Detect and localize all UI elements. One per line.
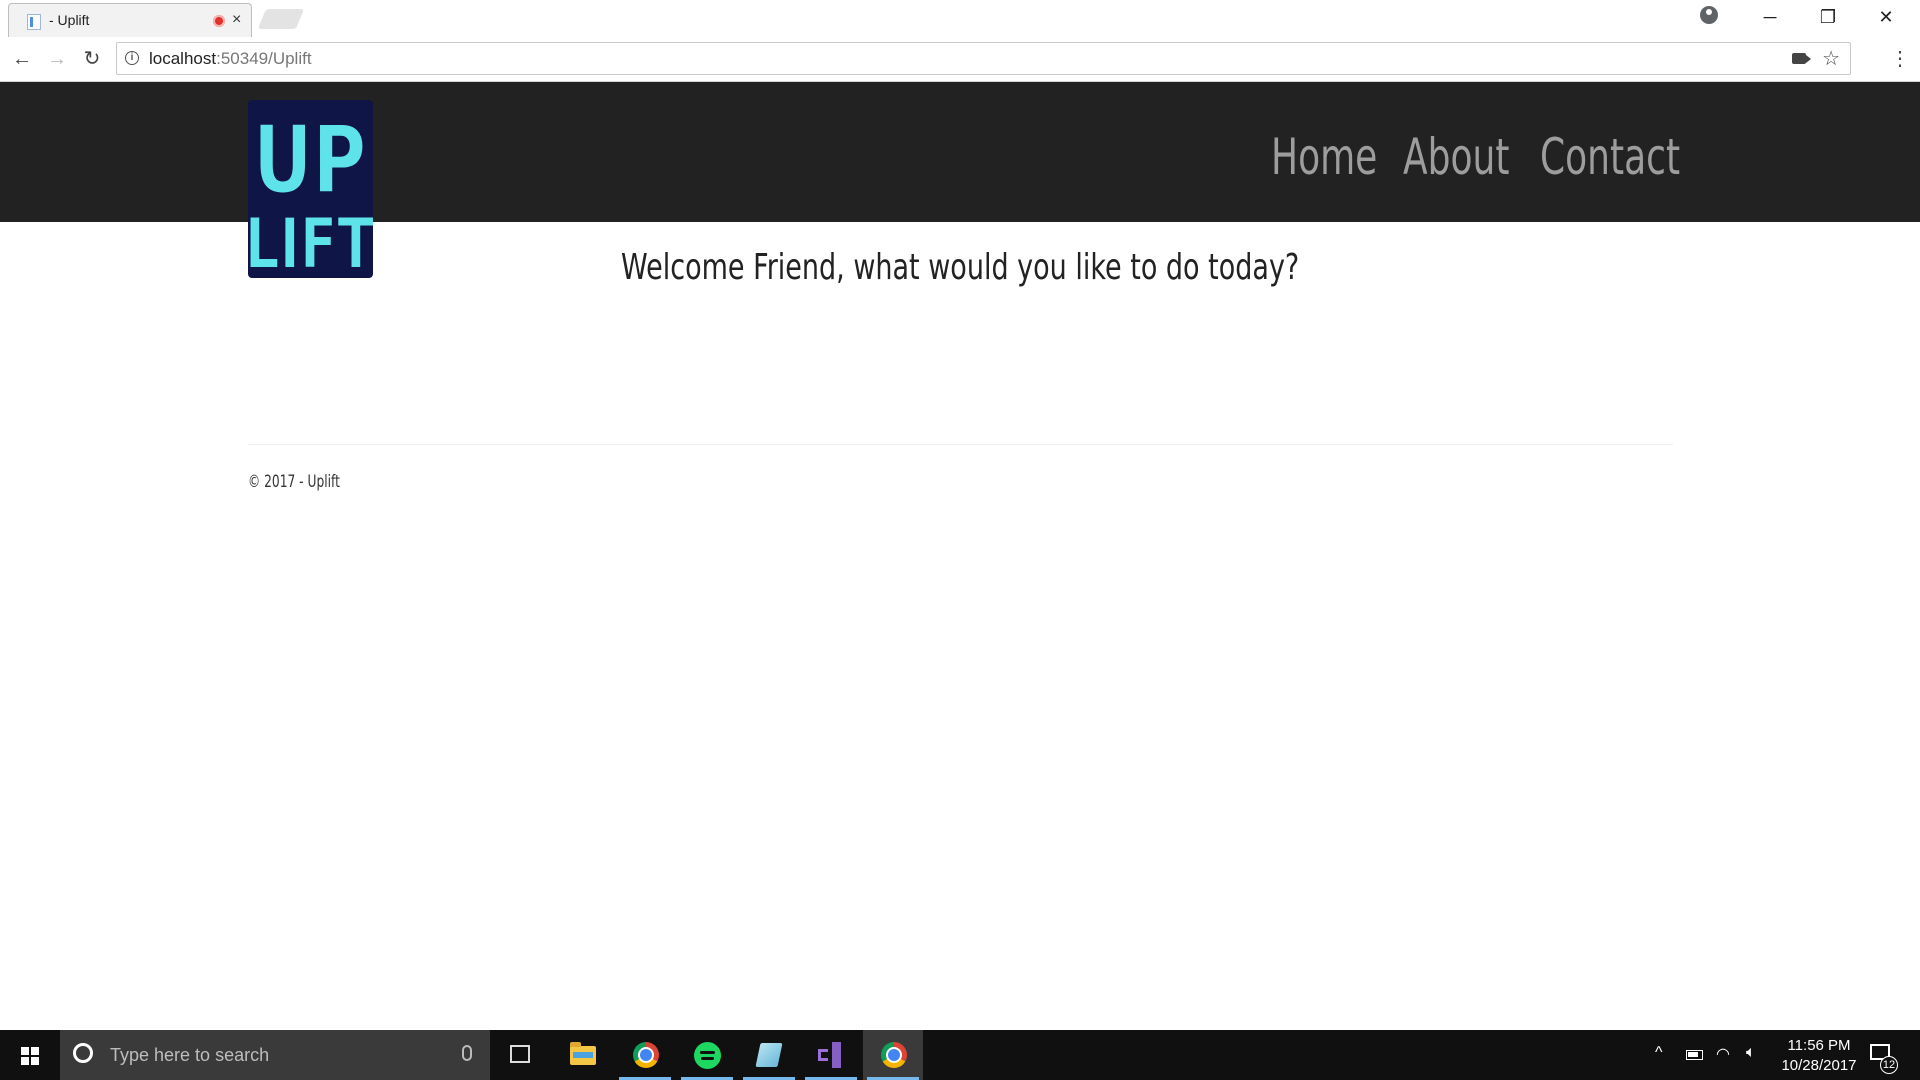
clock-date: 10/28/2017 — [1781, 1057, 1857, 1074]
camera-icon[interactable] — [1792, 53, 1811, 64]
spotify-taskbar-button[interactable] — [677, 1030, 737, 1080]
recording-indicator-icon — [213, 15, 225, 27]
logo-up-text: UP — [253, 105, 366, 214]
search-placeholder: Type here to search — [110, 1045, 270, 1065]
restore-button[interactable]: ❐ — [1799, 0, 1857, 34]
notepad-icon — [755, 1043, 783, 1067]
nav-about[interactable]: About — [1403, 128, 1509, 186]
bookmark-star-icon[interactable]: ☆ — [1822, 46, 1840, 71]
welcome-text: Welcome Friend, what would you like to d… — [620, 247, 1300, 288]
tab-strip: - Uplift × ─ ❐ ✕ — [0, 0, 1920, 37]
chrome-icon — [633, 1042, 659, 1068]
visual-studio-icon — [818, 1042, 844, 1068]
task-view-button[interactable] — [490, 1030, 550, 1080]
battery-icon[interactable] — [1686, 1050, 1703, 1060]
browser-toolbar: ← → ↻ i localhost:50349/Uplift ☆ ⋮ — [0, 37, 1920, 82]
cortana-icon — [73, 1043, 93, 1063]
nav-home[interactable]: Home — [1271, 128, 1377, 186]
notepad-taskbar-button[interactable] — [739, 1030, 799, 1080]
url-path: :50349/Uplift — [216, 49, 312, 68]
browser-tab[interactable]: - Uplift × — [8, 3, 252, 37]
show-hidden-icons-icon[interactable]: ^ — [1655, 1044, 1663, 1062]
task-view-icon — [510, 1045, 530, 1063]
url-text[interactable]: localhost:50349/Uplift — [149, 49, 312, 69]
nav-contact[interactable]: Contact — [1540, 128, 1680, 186]
visual-studio-taskbar-button[interactable] — [801, 1030, 861, 1080]
address-bar[interactable]: i localhost:50349/Uplift ☆ — [116, 42, 1851, 75]
uplift-logo[interactable]: UP LIFT — [248, 100, 373, 278]
close-window-button[interactable]: ✕ — [1857, 0, 1915, 34]
reload-button[interactable]: ↻ — [78, 45, 106, 73]
clock-time: 11:56 PM — [1787, 1037, 1851, 1054]
account-icon[interactable] — [1700, 6, 1718, 24]
page-favicon-icon — [27, 14, 41, 30]
wifi-icon[interactable]: ◠ — [1716, 1044, 1730, 1064]
chrome-menu-icon[interactable]: ⋮ — [1890, 45, 1910, 73]
forward-button[interactable]: → — [43, 45, 71, 73]
windows-logo-icon — [21, 1047, 39, 1065]
logo-lift-text: LIFT — [248, 203, 373, 278]
site-info-icon[interactable]: i — [125, 51, 139, 65]
notification-count-badge: 12 — [1880, 1056, 1898, 1074]
system-clock[interactable]: 11:56 PM 10/28/2017 — [1770, 1036, 1868, 1076]
footer-copyright: © 2017 - Uplift — [248, 472, 340, 492]
taskbar-search[interactable]: Type here to search — [60, 1030, 490, 1080]
url-host: localhost — [149, 49, 217, 68]
footer-divider — [248, 444, 1673, 445]
spotify-icon — [694, 1042, 721, 1069]
windows-taskbar: Type here to search ^ ◠ 🔈︎ 11:56 PM 10/2… — [0, 1030, 1920, 1080]
file-explorer-button[interactable] — [553, 1030, 613, 1080]
tab-title: - Uplift — [49, 12, 90, 28]
new-tab-button[interactable] — [257, 9, 305, 29]
microphone-icon[interactable] — [462, 1045, 472, 1061]
file-explorer-icon — [570, 1042, 596, 1065]
chrome-current-taskbar-button[interactable] — [863, 1030, 923, 1080]
back-button[interactable]: ← — [8, 45, 36, 73]
minimize-button[interactable]: ─ — [1741, 0, 1799, 34]
tab-close-icon[interactable]: × — [232, 11, 241, 29]
volume-icon[interactable]: 🔈︎ — [1746, 1044, 1756, 1062]
chrome-icon — [881, 1042, 907, 1068]
start-button[interactable] — [0, 1030, 60, 1080]
chrome-taskbar-button[interactable] — [615, 1030, 675, 1080]
